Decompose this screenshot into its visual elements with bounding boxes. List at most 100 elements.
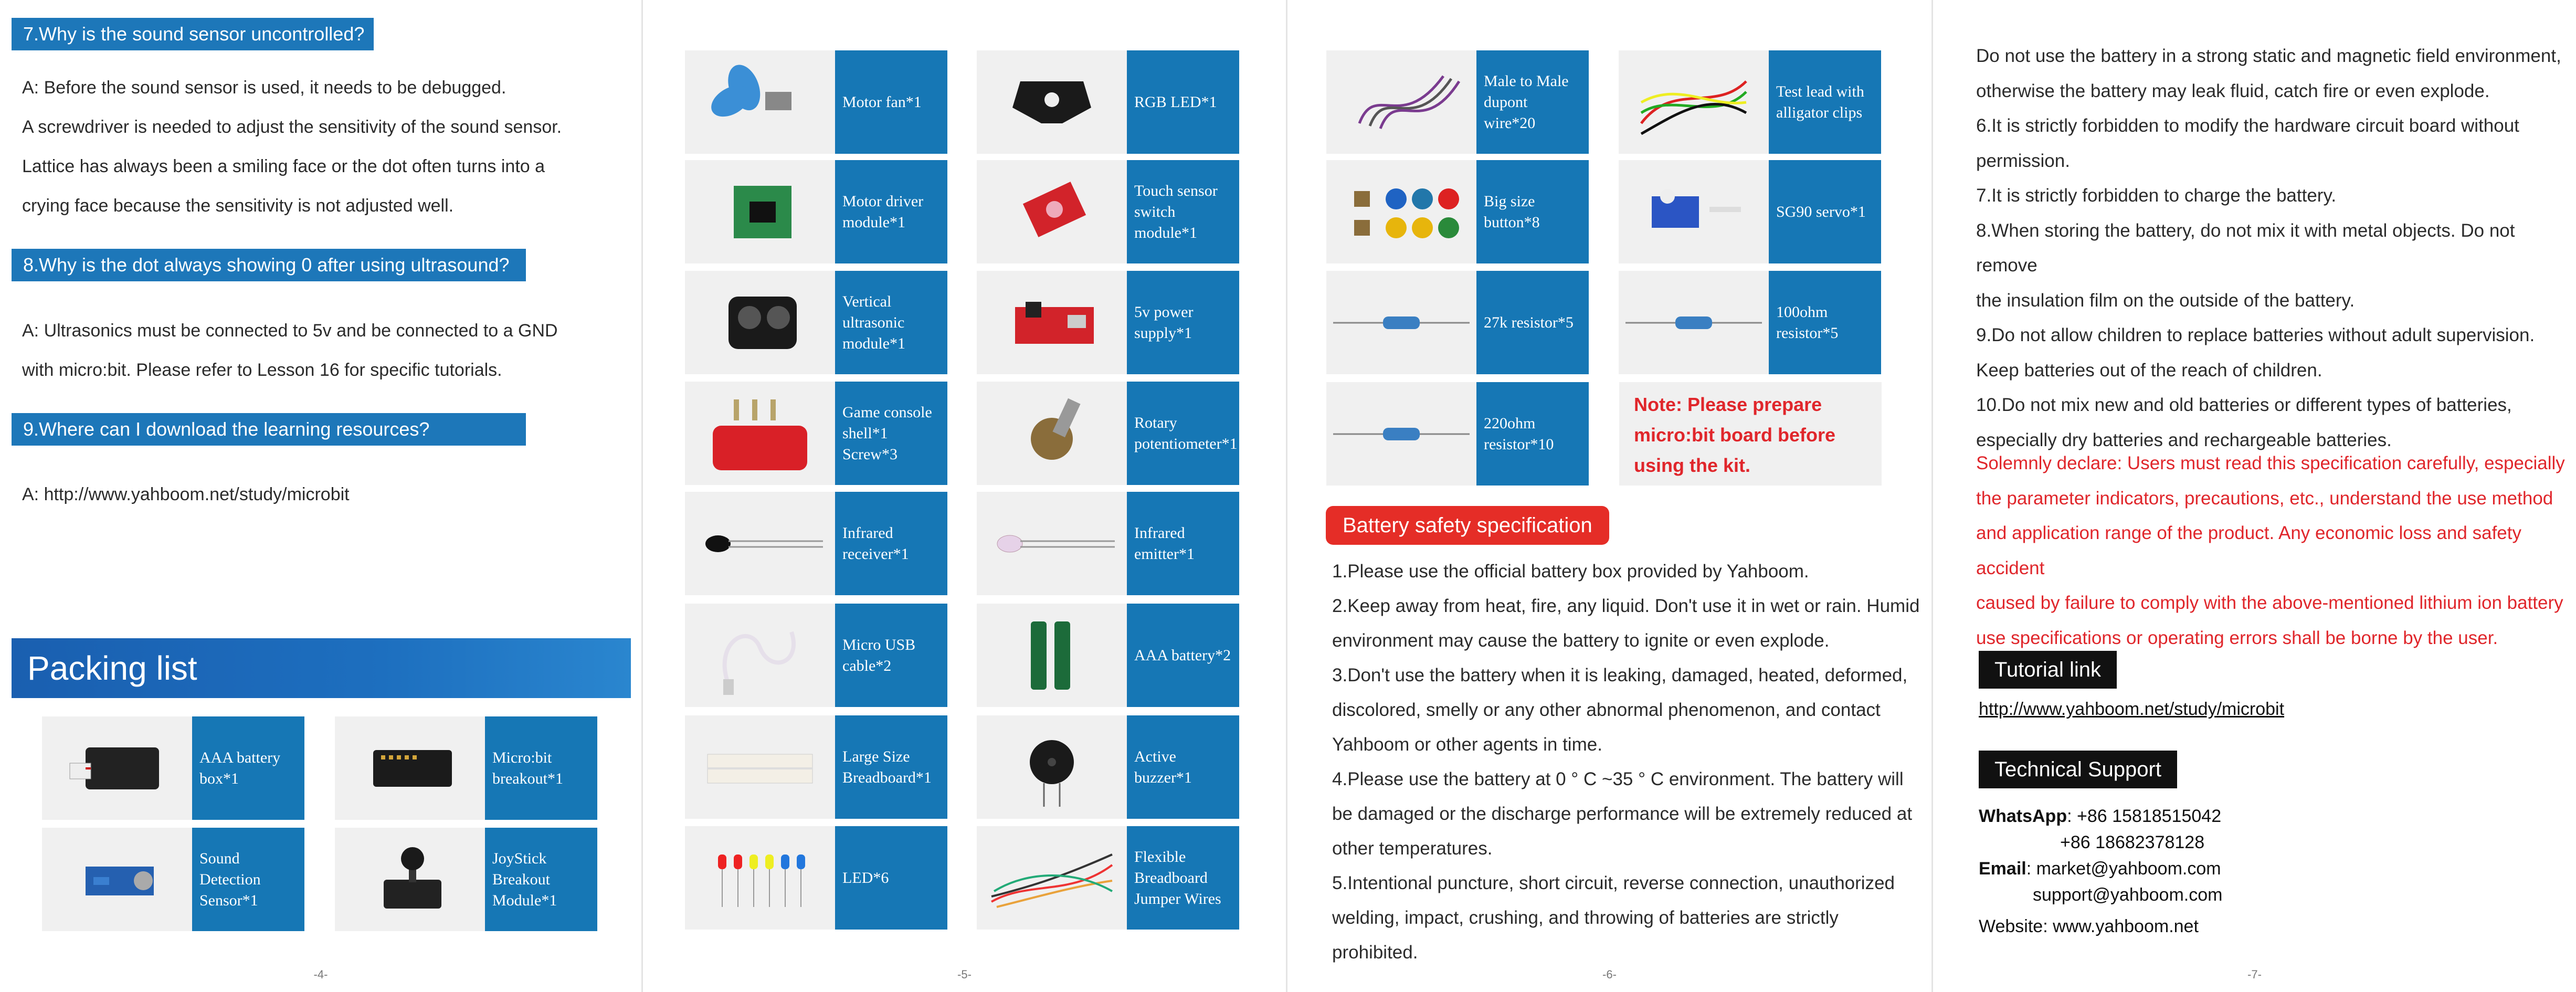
page-7: Do not use the battery in a strong stati… bbox=[1933, 0, 2576, 992]
button-caps-icon bbox=[1326, 160, 1476, 263]
battery-safety-list: 1.Please use the official battery box pr… bbox=[1332, 554, 1920, 970]
page-4: 7.Why is the sound sensor uncontrolled? … bbox=[0, 0, 641, 992]
item-label: Vertical ultrasonic module*1 bbox=[835, 271, 947, 374]
item-tile: Infrared emitter*1 bbox=[977, 492, 1239, 595]
safety-line: 10.Do not mix new and old batteries or d… bbox=[1976, 395, 2512, 415]
question-7-answer: A: Before the sound sensor is used, it n… bbox=[22, 68, 620, 226]
joystick-icon bbox=[335, 828, 485, 931]
item-tile: 27k resistor*5 bbox=[1326, 271, 1589, 374]
declaration-line: caused by failure to comply with the abo… bbox=[1976, 593, 2563, 613]
item-label: AAA battery box*1 bbox=[192, 716, 304, 820]
breadboard-icon bbox=[685, 715, 835, 819]
safety-line: environment may cause the battery to ign… bbox=[1332, 630, 1830, 651]
ir-receiver-icon bbox=[685, 492, 835, 595]
item-label: Sound Detection Sensor*1 bbox=[192, 828, 304, 931]
breakout-board-icon bbox=[335, 716, 485, 820]
email-contact: Email: market@yahboom.com bbox=[1979, 856, 2221, 882]
item-label: Infrared emitter*1 bbox=[1127, 492, 1239, 595]
page-5: Motor fan*1 RGB LED*1 Motor driver modul… bbox=[643, 0, 1286, 992]
item-tile: SG90 servo*1 bbox=[1619, 160, 1881, 263]
item-label: RGB LED*1 bbox=[1127, 50, 1239, 154]
item-tile: Vertical ultrasonic module*1 bbox=[685, 271, 947, 374]
item-label: 27k resistor*5 bbox=[1476, 271, 1589, 374]
question-8-answer: A: Ultrasonics must be connected to 5v a… bbox=[22, 311, 620, 390]
answer-line: Lattice has always been a smiling face o… bbox=[22, 156, 545, 176]
battery-safety-title: Battery safety specification bbox=[1326, 506, 1609, 545]
answer-line: A: Ultrasonics must be connected to 5v a… bbox=[22, 321, 558, 341]
answer-line: with micro:bit. Please refer to Lesson 1… bbox=[22, 360, 502, 380]
safety-line: 2.Keep away from heat, fire, any liquid.… bbox=[1332, 596, 1920, 616]
page-number: -4- bbox=[313, 968, 328, 981]
item-tile: Motor fan*1 bbox=[685, 50, 947, 154]
item-tile: Active buzzer*1 bbox=[977, 715, 1239, 819]
question-8-title: 8.Why is the dot always showing 0 after … bbox=[12, 249, 526, 281]
item-tile: Rotary potentiometer*1 bbox=[977, 382, 1239, 485]
item-label: Touch sensor switch module*1 bbox=[1127, 160, 1239, 263]
item-label: JoyStick Breakout Module*1 bbox=[485, 828, 597, 931]
tutorial-url-link[interactable]: http://www.yahboom.net/study/microbit bbox=[1979, 699, 2284, 720]
technical-support-title: Technical Support bbox=[1979, 751, 2177, 788]
email-address-1[interactable]: : market@yahboom.com bbox=[2026, 859, 2221, 879]
safety-line: welding, impact, crushing, and throwing … bbox=[1332, 907, 1839, 963]
safety-line: other temperatures. bbox=[1332, 838, 1493, 859]
item-label: Motor driver module*1 bbox=[835, 160, 947, 263]
item-label: Large Size Breadboard*1 bbox=[835, 715, 947, 819]
item-label: Flexible Breadboard Jumper Wires bbox=[1127, 826, 1239, 930]
answer-line: crying face because the sensitivity is n… bbox=[22, 196, 454, 216]
item-label: 5v power supply*1 bbox=[1127, 271, 1239, 374]
item-tile: Sound Detection Sensor*1 bbox=[42, 828, 304, 931]
whatsapp-number-2: +86 18682378128 bbox=[2060, 832, 2205, 852]
usb-cable-icon bbox=[685, 604, 835, 707]
page-number: -5- bbox=[957, 968, 972, 981]
website-link[interactable]: Website: www.yahboom.net bbox=[1979, 913, 2199, 940]
whatsapp-contact: WhatsApp: +86 15818515042 bbox=[1979, 803, 2221, 829]
safety-line: 1.Please use the official battery box pr… bbox=[1332, 561, 1809, 582]
answer-line[interactable]: A: http://www.yahboom.net/study/microbit bbox=[22, 475, 620, 514]
email-address-2[interactable]: support@yahboom.com bbox=[2033, 882, 2222, 908]
power-supply-icon bbox=[977, 271, 1127, 374]
item-tile: JoyStick Breakout Module*1 bbox=[335, 828, 597, 931]
aaa-battery-icon bbox=[977, 604, 1127, 707]
answer-line: A: Before the sound sensor is used, it n… bbox=[22, 78, 506, 98]
led-icon bbox=[685, 826, 835, 930]
item-label: Active buzzer*1 bbox=[1127, 715, 1239, 819]
safety-line: permission. bbox=[1976, 150, 2070, 171]
alligator-clip-icon bbox=[1619, 50, 1769, 154]
email-label: Email bbox=[1979, 859, 2026, 879]
tutorial-link-title: Tutorial link bbox=[1979, 651, 2117, 689]
item-tile: Test lead with alligator clips bbox=[1619, 50, 1881, 154]
sound-sensor-icon bbox=[42, 828, 192, 931]
safety-line: 7.It is strictly forbidden to charge the… bbox=[1976, 185, 2337, 206]
item-label: Micro:bit breakout*1 bbox=[485, 716, 597, 820]
servo-icon bbox=[1619, 160, 1769, 263]
safety-line: otherwise the battery may leak fluid, ca… bbox=[1976, 80, 2490, 101]
page-number: -6- bbox=[1602, 968, 1617, 981]
safety-line: be damaged or the discharge performance … bbox=[1332, 804, 1913, 824]
console-shell-icon bbox=[685, 382, 835, 485]
item-label: SG90 servo*1 bbox=[1769, 160, 1881, 263]
safety-line: discolored, smelly or any other abnormal… bbox=[1332, 700, 1881, 720]
item-tile: RGB LED*1 bbox=[977, 50, 1239, 154]
safety-line: 4.Please use the battery at 0 ° C ~35 ° … bbox=[1332, 769, 1904, 789]
item-tile: AAA battery box*1 bbox=[42, 716, 304, 820]
safety-line: 3.Don't use the battery when it is leaki… bbox=[1332, 665, 1908, 685]
item-label: Rotary potentiometer*1 bbox=[1127, 382, 1239, 485]
item-tile: 5v power supply*1 bbox=[977, 271, 1239, 374]
fan-icon bbox=[685, 50, 835, 154]
page-6: Male to Male dupont wire*20 Test lead wi… bbox=[1287, 0, 1931, 992]
declaration-line: and application range of the product. An… bbox=[1976, 523, 2521, 578]
touch-sensor-icon bbox=[977, 160, 1127, 263]
item-label: Motor fan*1 bbox=[835, 50, 947, 154]
item-tile: LED*6 bbox=[685, 826, 947, 930]
rgb-led-icon bbox=[977, 50, 1127, 154]
item-tile: Large Size Breadboard*1 bbox=[685, 715, 947, 819]
page-number: -7- bbox=[2247, 968, 2262, 981]
item-label: 220ohm resistor*10 bbox=[1476, 382, 1589, 486]
safety-line: the insulation film on the outside of th… bbox=[1976, 290, 2355, 311]
ir-emitter-icon bbox=[977, 492, 1127, 595]
item-label: Male to Male dupont wire*20 bbox=[1476, 50, 1589, 154]
safety-line: Do not use the battery in a strong stati… bbox=[1976, 46, 2561, 66]
item-label: Micro USB cable*2 bbox=[835, 604, 947, 707]
question-7-title: 7.Why is the sound sensor uncontrolled? bbox=[12, 18, 374, 50]
item-label: Game console shell*1 Screw*3 bbox=[835, 382, 947, 485]
